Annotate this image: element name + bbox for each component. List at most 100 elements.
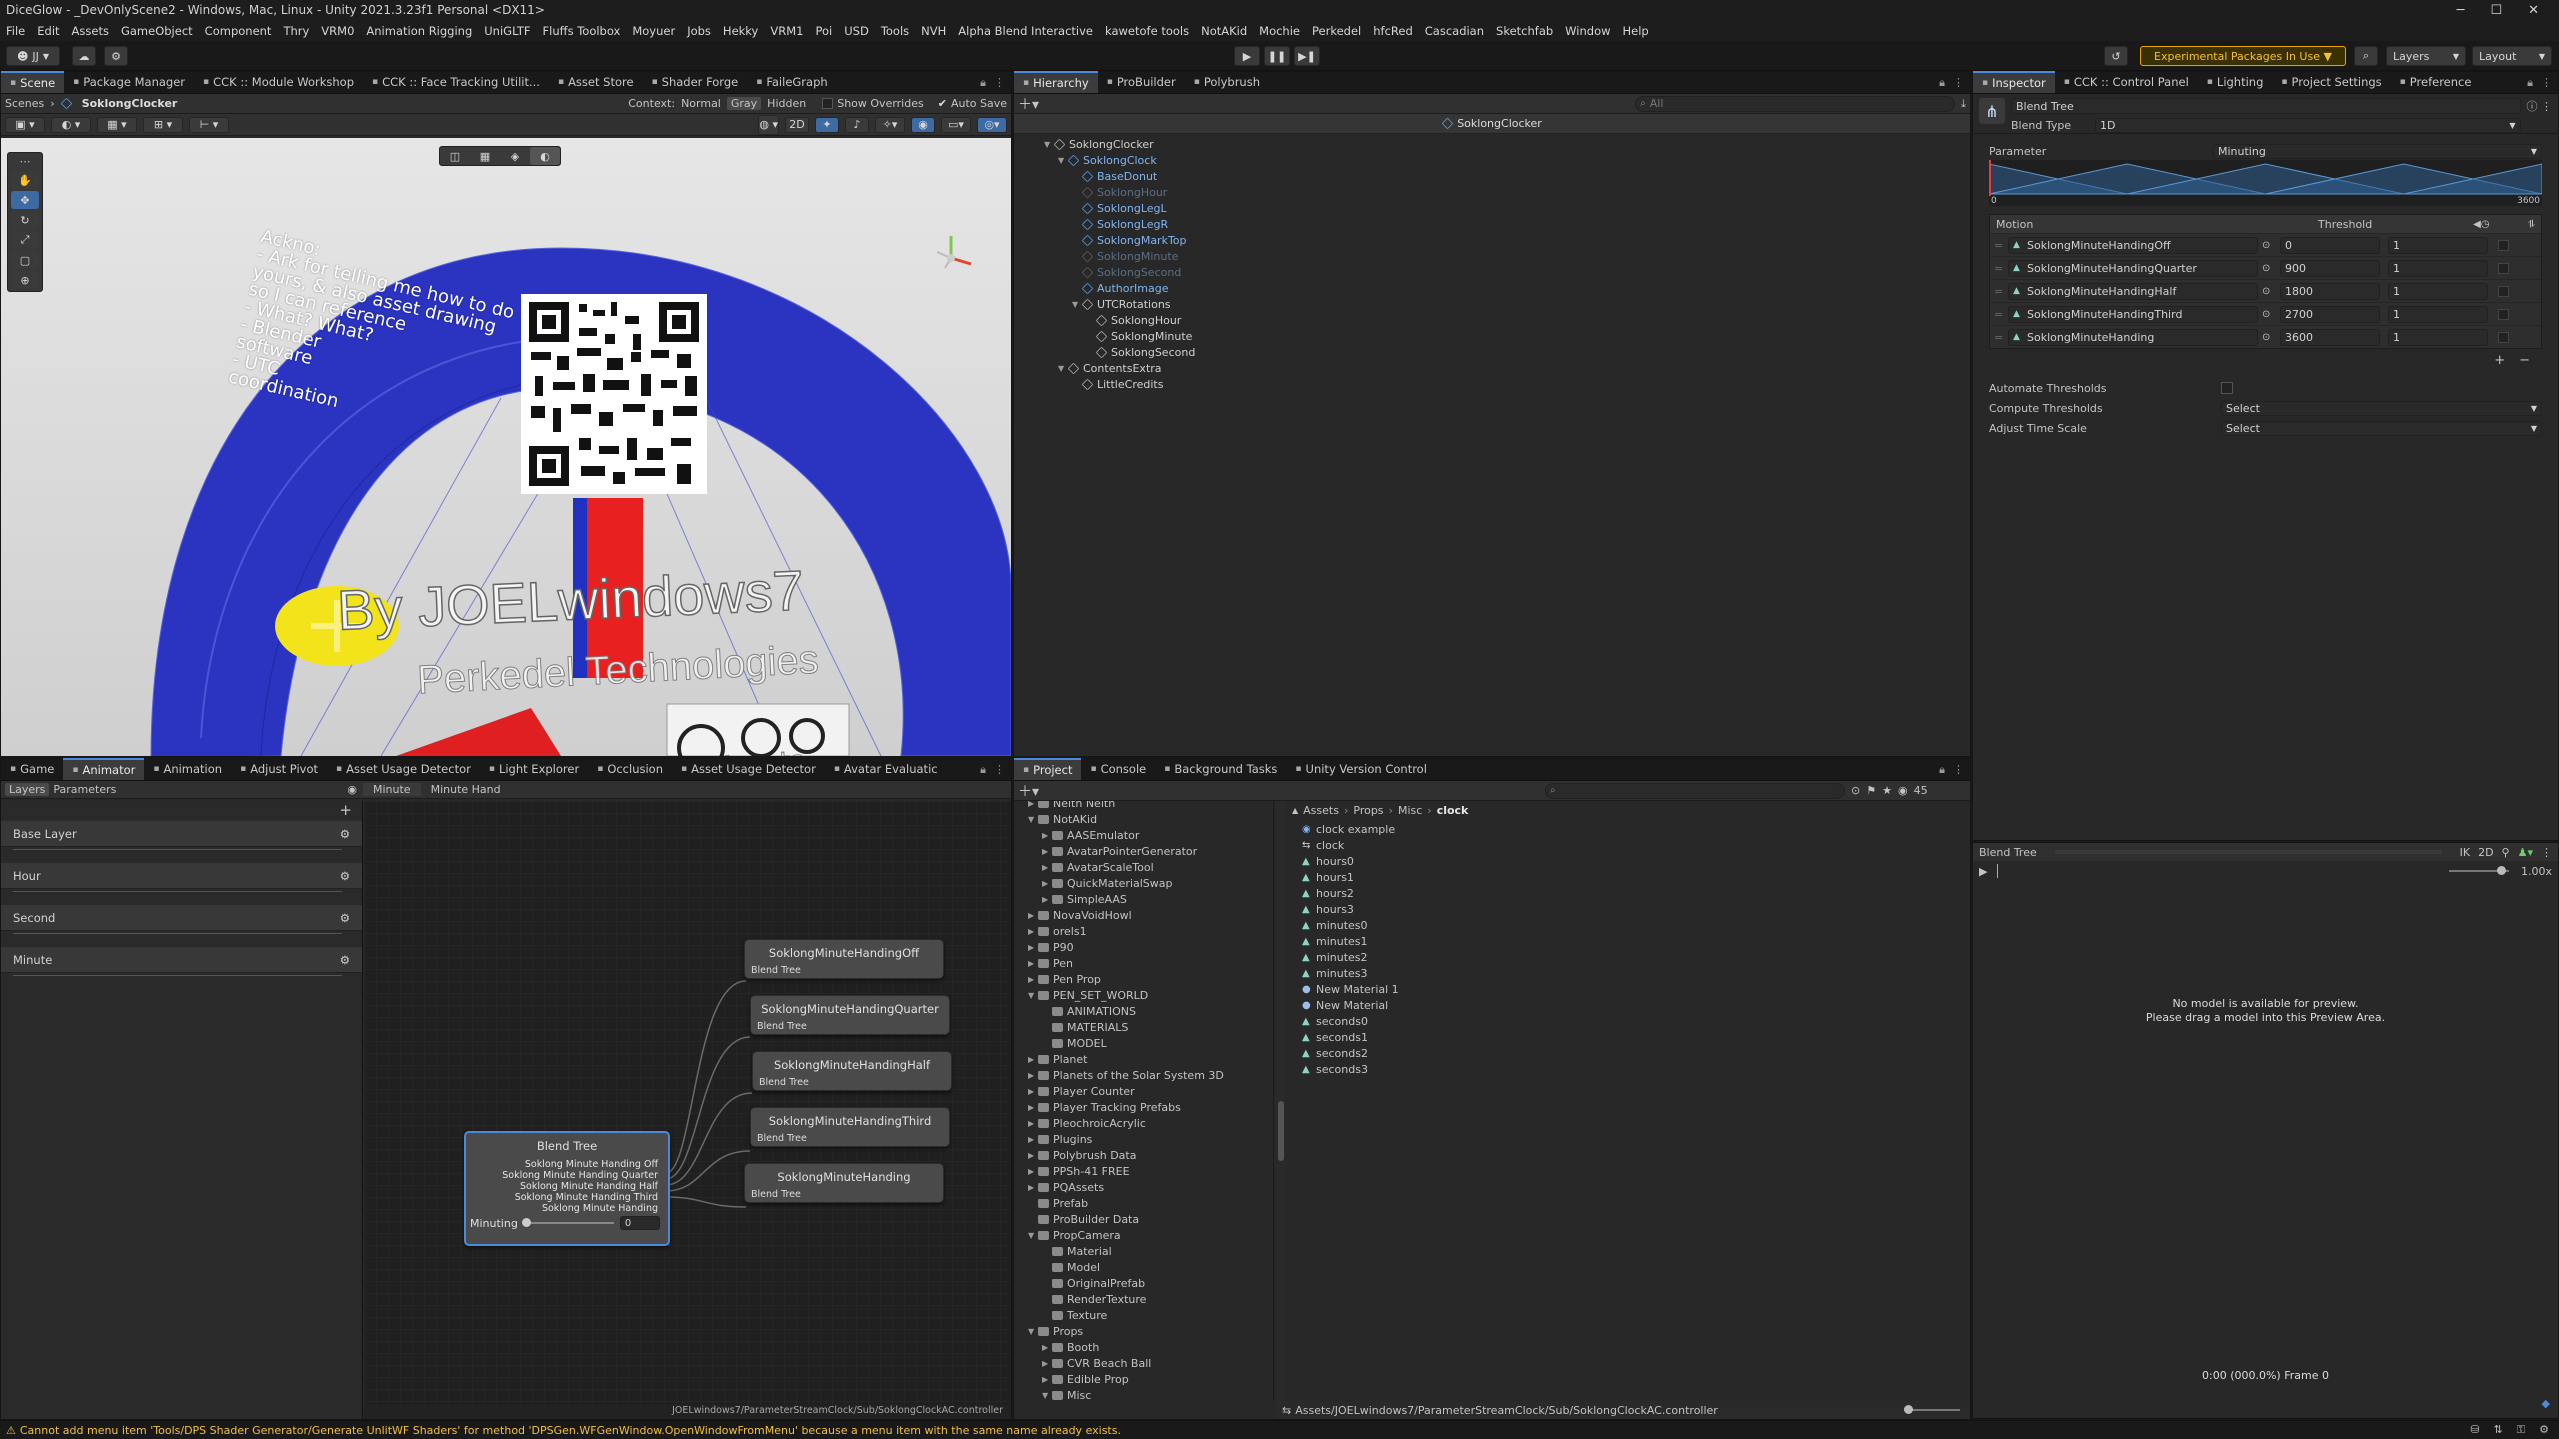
folder-item[interactable]: ▼ PropCamera: [1014, 1227, 1273, 1243]
history-icon[interactable]: ↺: [2104, 46, 2128, 66]
layers-dropdown[interactable]: Layers ▼: [2386, 46, 2466, 66]
folder-item[interactable]: ▼ Props: [1014, 1323, 1273, 1339]
folder-item[interactable]: ▶ P90: [1014, 939, 1273, 955]
breadcrumb-minute[interactable]: Minute: [363, 783, 421, 796]
foldout-arrow-icon[interactable]: ▶: [1042, 1359, 1052, 1368]
tab-occlusion[interactable]: ▪ Occlusion: [588, 758, 672, 780]
tab-project-settings[interactable]: ▪ Project Settings: [2272, 71, 2390, 93]
automate-thresholds-checkbox[interactable]: [2221, 382, 2233, 394]
hand-tool-icon[interactable]: ✋: [11, 171, 39, 189]
tab-failegraph[interactable]: ▪ FaileGraph: [747, 71, 836, 93]
hierarchy-item[interactable]: SoklongHour: [1044, 184, 1970, 200]
menu-tools[interactable]: Tools: [881, 24, 909, 38]
hierarchy-item[interactable]: SoklongSecond: [1044, 264, 1970, 280]
account-button[interactable]: ☻ JJ ▼: [6, 46, 60, 66]
folder-item[interactable]: ▶ CVR Beach Ball: [1014, 1355, 1273, 1371]
layer-settings-icon[interactable]: ⚙: [340, 827, 350, 841]
breadcrumb-misc[interactable]: Misc: [1398, 804, 1422, 817]
menu-nvh[interactable]: NVH: [921, 24, 946, 38]
asset-item[interactable]: ▲ hours3: [1302, 901, 1962, 917]
maximize-button[interactable]: ☐: [2490, 3, 2502, 18]
grid-dropdown[interactable]: ▦ ▾: [97, 116, 137, 133]
asset-item[interactable]: ◉ clock example: [1302, 821, 1962, 837]
context-hidden[interactable]: Hidden: [767, 97, 806, 110]
status-bar[interactable]: ⚠ Cannot add menu item 'Tools/DPS Shader…: [0, 1420, 2559, 1439]
layers-subtab[interactable]: Layers: [5, 783, 50, 796]
project-search[interactable]: ⌕: [1545, 782, 1846, 799]
lock-icon[interactable]: 🔒︎: [1939, 763, 1945, 777]
foldout-arrow-icon[interactable]: ▶: [1028, 1055, 1038, 1064]
tab-asset-usage-detector[interactable]: ▪ Asset Usage Detector: [327, 758, 480, 780]
menu-edit[interactable]: Edit: [37, 24, 59, 38]
lock-icon[interactable]: 🔒︎: [1939, 76, 1945, 90]
camera-dropdown[interactable]: ▭▾: [941, 116, 971, 133]
foldout-arrow-icon[interactable]: ▶: [1042, 1375, 1052, 1384]
folder-item[interactable]: Prefab: [1014, 1195, 1273, 1211]
tab-shader-forge[interactable]: ▪ Shader Forge: [643, 71, 748, 93]
search-icon[interactable]: ⌕: [2354, 46, 2378, 66]
foldout-arrow-icon[interactable]: ▼: [1058, 364, 1068, 373]
foldout-arrow-icon[interactable]: ▶: [1028, 1135, 1038, 1144]
gizmos-dropdown[interactable]: ◎▾: [977, 116, 1007, 133]
folder-item[interactable]: MATERIALS: [1014, 1019, 1273, 1035]
folder-item[interactable]: ▶ Planet: [1014, 1051, 1273, 1067]
asset-item[interactable]: ▲ minutes3: [1302, 965, 1962, 981]
folder-item[interactable]: ▶ AvatarPointerGenerator: [1014, 843, 1273, 859]
threshold-field[interactable]: 3600: [2280, 328, 2380, 346]
object-picker-icon[interactable]: ⊙: [2262, 332, 2276, 343]
tab-menu-icon[interactable]: ⋮: [1953, 76, 1964, 90]
folder-item[interactable]: ▶ Booth: [1014, 1339, 1273, 1355]
child-blend-node[interactable]: SoklongMinuteHandingHalf Blend Tree: [752, 1051, 952, 1091]
preview-drag-bar[interactable]: [2054, 850, 2442, 854]
favorite-icon[interactable]: ★: [1882, 784, 1892, 797]
menu-kawetofe-tools[interactable]: kawetofe tools: [1105, 24, 1189, 38]
object-picker-icon[interactable]: ⊙: [2262, 286, 2276, 297]
tab-project[interactable]: ▪ Project: [1014, 758, 1082, 780]
settings-icon[interactable]: ⚙: [2539, 1423, 2549, 1437]
asset-item[interactable]: ▲ seconds1: [1302, 1029, 1962, 1045]
foldout-arrow-icon[interactable]: ▶: [1028, 959, 1038, 968]
hierarchy-item[interactable]: ▼ ContentsExtra: [1044, 360, 1970, 376]
tab-background-tasks[interactable]: ▪ Background Tasks: [1155, 758, 1286, 780]
tab-light-explorer[interactable]: ▪ Light Explorer: [480, 758, 588, 780]
foldout-arrow-icon[interactable]: ▼: [1042, 1391, 1052, 1400]
blend-param-slider[interactable]: [521, 1218, 614, 1227]
mirror-checkbox[interactable]: [2498, 262, 2509, 274]
foldout-arrow-icon[interactable]: ▶: [1028, 911, 1038, 920]
menu-poi[interactable]: Poi: [815, 24, 832, 38]
foldout-arrow-icon[interactable]: ▶: [1042, 847, 1052, 856]
hierarchy-search[interactable]: ⌕ All: [1635, 95, 1956, 112]
tab-cck-control-panel[interactable]: ▪ CCK :: Control Panel: [2055, 71, 2198, 93]
context-normal[interactable]: Normal: [681, 97, 721, 110]
layer-minute[interactable]: Minute ⚙: [1, 947, 362, 973]
hierarchy-item[interactable]: SoklongLegR: [1044, 216, 1970, 232]
shaded-icon[interactable]: ◈: [500, 147, 530, 165]
menu-window[interactable]: Window: [1565, 24, 1610, 38]
layout-dropdown[interactable]: Layout ▼: [2472, 46, 2552, 66]
tab-menu-icon[interactable]: ⋮: [2541, 76, 2552, 90]
folder-item[interactable]: Texture: [1014, 1307, 1273, 1323]
menu-vrm1[interactable]: VRM1: [770, 24, 803, 38]
asset-item[interactable]: ⇆ clock: [1302, 837, 1962, 853]
motion-field[interactable]: ▲ SoklongMinuteHandingQuarter: [2008, 259, 2258, 277]
menu-vrm0[interactable]: VRM0: [321, 24, 354, 38]
rect-tool-icon[interactable]: ▢: [11, 251, 39, 269]
foldout-arrow-icon[interactable]: ▶: [1042, 831, 1052, 840]
folder-item[interactable]: ▶ orels1: [1014, 923, 1273, 939]
foldout-arrow-icon[interactable]: ▶: [1028, 1167, 1038, 1176]
foldout-arrow-icon[interactable]: ▶: [1028, 801, 1038, 808]
play-button[interactable]: ▶: [1234, 46, 1260, 66]
tab-console[interactable]: ▪ Console: [1081, 758, 1155, 780]
foldout-arrow-icon[interactable]: ▶: [1042, 1343, 1052, 1352]
motion-field[interactable]: ▲ SoklongMinuteHanding: [2008, 328, 2258, 346]
folder-item[interactable]: ANIMATIONS: [1014, 1003, 1273, 1019]
name-field[interactable]: Blend Tree: [2011, 98, 2521, 114]
folder-item[interactable]: Model: [1014, 1259, 1273, 1275]
layer-hour[interactable]: Hour ⚙: [1, 863, 362, 889]
folder-item[interactable]: ▶ QuickMaterialSwap: [1014, 875, 1273, 891]
tab-game[interactable]: ▪ Game: [1, 758, 63, 780]
drag-handle-icon[interactable]: =: [1994, 308, 2004, 321]
asset-item[interactable]: ▲ minutes0: [1302, 917, 1962, 933]
folder-item[interactable]: ▶ Pen Prop: [1014, 971, 1273, 987]
transform-tool-icon[interactable]: ⊕: [11, 271, 39, 289]
